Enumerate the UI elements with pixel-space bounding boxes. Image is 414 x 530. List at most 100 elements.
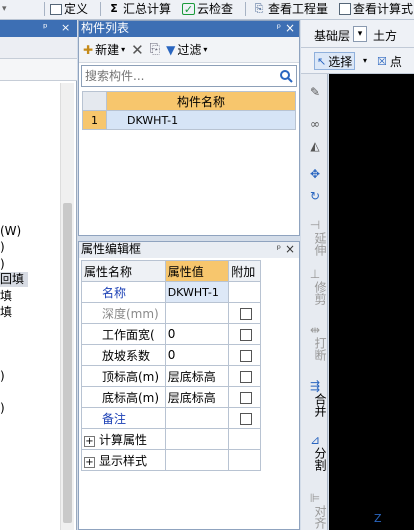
chevron-down-icon[interactable]: ▾ [363,56,367,65]
property-extra [228,281,261,303]
component-table: 构件名称 1 DKWHT-1 [82,91,296,130]
property-value[interactable]: DKWHT-1 [164,281,230,303]
tree-item[interactable]: ) [0,369,5,384]
summary-calc-button[interactable]: Σ 汇总计算 [107,0,171,18]
drawing-canvas[interactable]: Z [329,74,414,530]
break-icon[interactable]: ⇹ [304,324,326,337]
rotate-icon[interactable]: ↻ [304,190,326,203]
component-list-toolbar: ✚ 新建 ▾ ✕ ⎘ ▼ 过滤 ▾ [79,37,299,63]
mirror-icon[interactable]: ◭ [304,140,326,153]
define-button[interactable]: 定义 [50,0,88,18]
close-icon[interactable]: × [285,242,295,257]
close-icon[interactable]: × [61,21,70,34]
link-icon[interactable]: ∞ [304,118,326,131]
edit-tools-column: ✎ ∞ ◭ ✥ ↻ ⊣ 延伸 ⊥ 修剪 ⇹ 打断 ⇶ 合并 ⊿ 分割 ⊫ 对齐 [301,74,328,530]
split-icon[interactable]: ⊿ [304,434,326,447]
point-button[interactable]: ☒ 点 [377,53,402,70]
align-icon[interactable]: ⊫ [304,492,326,505]
tree-item[interactable]: 填 [0,289,12,304]
property-group-row[interactable]: + 计算属性 [81,428,261,450]
property-row[interactable]: 底标高(m) 层底标高 [81,386,261,408]
chevron-down-icon[interactable]: ▾ [353,26,367,42]
dropdown-arrow[interactable]: ▾ [2,0,7,18]
copy-icon[interactable]: ⎘ [150,42,160,57]
delete-icon[interactable]: ✕ [131,41,144,59]
pin-icon[interactable]: ᵖ [277,21,281,36]
merge-icon[interactable]: ⇶ [304,380,326,393]
break-label[interactable]: 打断 [304,337,327,361]
property-value[interactable]: 0 [164,323,230,345]
expand-icon[interactable]: + [84,435,95,447]
filter-button[interactable]: ▼ 过滤 ▾ [166,41,207,58]
trim-label[interactable]: 修剪 [304,281,327,305]
cursor-icon: ↖ [317,54,327,68]
attach-checkbox[interactable] [239,370,252,383]
column-header-name[interactable]: 构件名称 [106,91,296,111]
property-value[interactable]: 0 [164,344,230,366]
property-value [164,449,230,471]
tree-item[interactable]: 填 [0,305,12,320]
property-table: 属性名称 属性值 附加 名称 DKWHT-1 深度(mm) 工作面宽( 0 放坡… [81,260,261,471]
pin-icon[interactable]: ᵖ [277,242,281,257]
search-icon[interactable] [279,69,293,83]
attach-checkbox[interactable] [239,307,252,320]
property-value[interactable]: 层底标高 [164,386,230,408]
chevron-down-icon: ▾ [121,45,126,54]
tree-item[interactable]: ) [0,401,5,416]
attach-checkbox[interactable] [239,412,252,425]
vertical-scrollbar[interactable] [60,83,74,530]
property-row[interactable]: 放坡系数 0 [81,344,261,366]
component-name-cell[interactable]: DKWHT-1 [106,110,296,130]
table-row[interactable]: 1 DKWHT-1 [82,110,296,130]
property-extra [228,428,261,450]
property-group-row[interactable]: + 显示样式 [81,449,261,471]
property-row[interactable]: 顶标高(m) 层底标高 [81,365,261,387]
scrollbar-thumb[interactable] [63,203,72,523]
move-icon[interactable]: ✥ [304,168,326,181]
close-icon[interactable]: × [285,21,295,36]
category-label[interactable]: 土方 [373,27,397,44]
toolbar-separator [245,2,246,16]
layer-select-value[interactable]: 基础层 [314,27,350,44]
trim-icon[interactable]: ⊥ [304,268,326,281]
brush-icon[interactable]: ✎ [304,86,326,99]
property-value[interactable]: 层底标高 [164,365,230,387]
search-input[interactable] [82,66,272,86]
property-group[interactable]: + 计算属性 [81,428,166,450]
extend-icon[interactable]: ⊣ [304,219,326,232]
attach-checkbox[interactable] [239,328,252,341]
tree-item[interactable]: ) [0,257,5,272]
tree-item-label: 填 [0,305,13,319]
row-index-header [82,91,107,111]
toolbar-separator [44,2,45,16]
cloud-check-button[interactable]: ✓ 云检查 [182,0,233,18]
quantity-icon: ⎘ [254,2,264,15]
expand-icon[interactable]: + [84,456,95,468]
property-group[interactable]: + 显示样式 [81,449,166,471]
tree-item[interactable]: (W) [0,224,21,239]
property-name: 工作面宽( [81,323,166,345]
view-quantity-button[interactable]: ⎘ 查看工程量 [252,0,328,18]
split-label[interactable]: 分割 [304,447,327,471]
select-button[interactable]: ↖ 选择 [314,52,356,70]
attach-checkbox[interactable] [239,391,252,404]
property-value[interactable] [164,407,230,429]
nav-panel-header: ᵖ × [0,20,77,37]
tree-item[interactable]: ) [0,240,5,255]
attach-checkbox[interactable] [239,349,252,362]
extend-label[interactable]: 延伸 [304,232,327,256]
merge-label[interactable]: 合并 [304,393,327,417]
property-row[interactable]: 工作面宽( 0 [81,323,261,345]
property-row[interactable]: 深度(mm) [81,302,261,324]
property-row[interactable]: 备注 [81,407,261,429]
view-formula-button[interactable]: 查看计算式 [339,0,413,18]
align-label[interactable]: 对齐 [304,505,327,529]
drawing-area: 基础层 ▾ 土方 ↖ 选择 ▾ ☒ 点 ✎ ∞ ◭ ✥ ↻ ⊣ 延伸 ⊥ 修剪 … [301,20,414,530]
new-button[interactable]: ✚ 新建 ▾ [83,41,125,58]
property-row[interactable]: 名称 DKWHT-1 [81,281,261,303]
property-value[interactable] [164,302,230,324]
summary-calc-label: 汇总计算 [123,2,172,16]
pin-icon[interactable]: ᵖ [43,21,48,34]
tree-item-selected[interactable]: 回填 [0,272,28,287]
nav-panel-toolbar [0,37,77,59]
